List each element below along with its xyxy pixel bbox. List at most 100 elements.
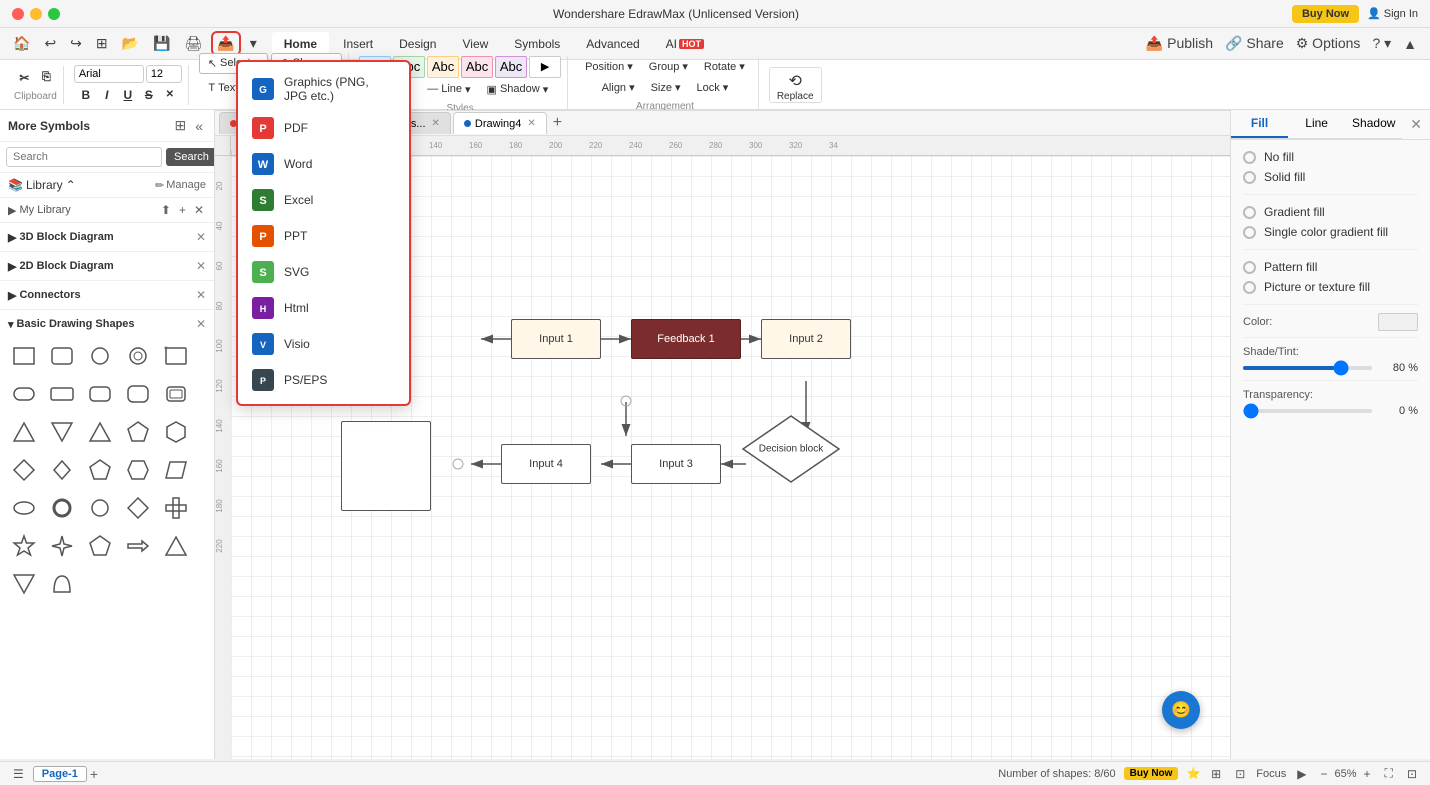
shape-cross[interactable] (158, 490, 194, 526)
shape-rect-rounded3[interactable] (82, 376, 118, 412)
redo-btn[interactable]: ↪ (65, 32, 87, 55)
maximize-button[interactable] (48, 8, 60, 20)
collapse-btn[interactable]: ▲ (1398, 33, 1422, 55)
line-btn[interactable]: — Line ▾ (420, 80, 477, 99)
node-decision[interactable]: Decision block (741, 414, 841, 484)
shape-diamond2[interactable] (44, 452, 80, 488)
menu-tab-design[interactable]: Design (387, 32, 448, 56)
shape-pentagon3[interactable] (82, 528, 118, 564)
options-btn[interactable]: ⚙ Options (1291, 32, 1366, 55)
group-btn[interactable]: Group▾ (642, 57, 695, 76)
shape-halfcircle[interactable] (44, 566, 80, 602)
page-settings-btn[interactable]: ☰ (10, 766, 27, 782)
style-shape-5[interactable]: Abc (495, 56, 527, 78)
zoom-in-btn[interactable]: + (1361, 766, 1374, 782)
shape-hexagon2[interactable] (120, 452, 156, 488)
add-page-btn[interactable]: + (90, 766, 98, 782)
close-format-btn[interactable]: ✕ (160, 85, 180, 105)
open-btn[interactable]: 📂 (117, 32, 144, 55)
sidebar-expand-btn[interactable]: ⊞ (171, 116, 189, 135)
manage-button[interactable]: ✏ Manage (155, 179, 206, 192)
section-2d-header[interactable]: ▶ 2D Block Diagram ✕ (6, 256, 208, 276)
node-input2[interactable]: Input 2 (761, 319, 851, 359)
fill-option-solid[interactable]: Solid fill (1243, 170, 1418, 184)
rotate-btn[interactable]: Rotate▾ (697, 57, 752, 76)
section-3d-header[interactable]: ▶ 3D Block Diagram ✕ (6, 227, 208, 247)
tab-2-close[interactable]: ✕ (432, 118, 440, 129)
export-item-svg[interactable]: S SVG (238, 254, 409, 290)
shape-rect-rounded2[interactable] (6, 376, 42, 412)
menu-tab-advanced[interactable]: Advanced (574, 32, 651, 56)
sidebar-collapse-btn[interactable]: « (192, 116, 206, 135)
fullscreen-btn[interactable]: ⛶ (1382, 765, 1396, 782)
export-item-html[interactable]: H Html (238, 290, 409, 326)
shape-triangle-right[interactable] (44, 414, 80, 450)
shape-diamond[interactable] (6, 452, 42, 488)
publish-btn[interactable]: 📤 Publish (1141, 32, 1218, 55)
shape-circle[interactable] (82, 338, 118, 374)
export-item-pseps[interactable]: P PS/EPS (238, 362, 409, 398)
zoom-out-btn[interactable]: − (1317, 766, 1330, 782)
shape-circle-outline[interactable] (120, 338, 156, 374)
fill-option-single-gradient[interactable]: Single color gradient fill (1243, 225, 1418, 239)
fill-option-none[interactable]: No fill (1243, 150, 1418, 164)
shape-hexagon[interactable] (158, 414, 194, 450)
shape-ellipse[interactable] (6, 490, 42, 526)
buy-now-button[interactable]: Buy Now (1292, 5, 1359, 23)
underline-btn[interactable]: U (118, 85, 138, 105)
help-btn[interactable]: ? ▾ (1367, 32, 1396, 55)
bold-btn[interactable]: B (76, 85, 96, 105)
shape-triangle-outline[interactable] (82, 414, 118, 450)
undo-btn[interactable]: ↩ (39, 32, 61, 55)
section-basic-header[interactable]: ▾ Basic Drawing Shapes ✕ (6, 314, 208, 334)
close-button[interactable] (12, 8, 24, 20)
fill-option-picture[interactable]: Picture or texture fill (1243, 280, 1418, 294)
font-size-input[interactable] (146, 65, 182, 83)
style-more-btn[interactable]: ▶ (529, 56, 561, 78)
sign-in-button[interactable]: 👤 Sign In (1367, 7, 1418, 20)
italic-btn[interactable]: I (97, 85, 117, 105)
section-2d-close[interactable]: ✕ (196, 259, 206, 273)
search-input[interactable] (6, 147, 162, 167)
play-btn[interactable]: ▶ (1294, 766, 1309, 782)
shape-rect[interactable] (6, 338, 42, 374)
page-1-tab[interactable]: Page-1 (33, 766, 87, 782)
export-item-visio[interactable]: V Visio (238, 326, 409, 362)
export-item-word[interactable]: W Word (238, 146, 409, 182)
save-btn[interactable]: 💾 (148, 32, 175, 55)
shape-triangle4[interactable] (6, 566, 42, 602)
fill-option-gradient[interactable]: Gradient fill (1243, 205, 1418, 219)
replace-shape-btn[interactable]: ⟲ Replace (769, 67, 822, 103)
shape-rect-wide[interactable] (44, 376, 80, 412)
chat-button[interactable]: 😊 (1162, 691, 1200, 729)
shape-parallelogram[interactable] (158, 452, 194, 488)
menu-tab-view[interactable]: View (450, 32, 500, 56)
close-lib-btn[interactable]: ✕ (192, 202, 206, 218)
style-shape-4[interactable]: Abc (461, 56, 493, 78)
new-btn[interactable]: ⊞ (91, 32, 113, 55)
shape-rhombus[interactable] (120, 490, 156, 526)
shape-star4[interactable] (44, 528, 80, 564)
copy-btn[interactable]: ⎘ (36, 68, 56, 87)
export-item-ppt[interactable]: P PPT (238, 218, 409, 254)
panel-tab-line[interactable]: Line (1288, 110, 1345, 138)
align-btn[interactable]: Align▾ (595, 78, 642, 97)
export-item-pdf[interactable]: P PDF (238, 110, 409, 146)
fit-btn[interactable]: ⊡ (1232, 766, 1248, 782)
size-btn[interactable]: Size▾ (644, 78, 688, 97)
node-input1[interactable]: Input 1 (511, 319, 601, 359)
tab-3[interactable]: Drawing4 ✕ (453, 112, 547, 134)
shape-star5[interactable] (6, 528, 42, 564)
share-btn[interactable]: 🔗 Share (1220, 32, 1289, 55)
transparency-slider[interactable] (1243, 409, 1372, 413)
expand-btn[interactable]: ⊡ (1404, 766, 1420, 782)
tab-3-close[interactable]: ✕ (527, 118, 535, 129)
lock-btn[interactable]: Lock▾ (690, 78, 736, 97)
node-input3[interactable]: Input 3 (631, 444, 721, 484)
shape-pentagon2[interactable] (82, 452, 118, 488)
section-3d-close[interactable]: ✕ (196, 230, 206, 244)
menu-tab-symbols[interactable]: Symbols (502, 32, 572, 56)
shape-rect-corner[interactable] (158, 338, 194, 374)
position-btn[interactable]: Position▾ (578, 57, 640, 76)
fill-option-pattern[interactable]: Pattern fill (1243, 260, 1418, 274)
